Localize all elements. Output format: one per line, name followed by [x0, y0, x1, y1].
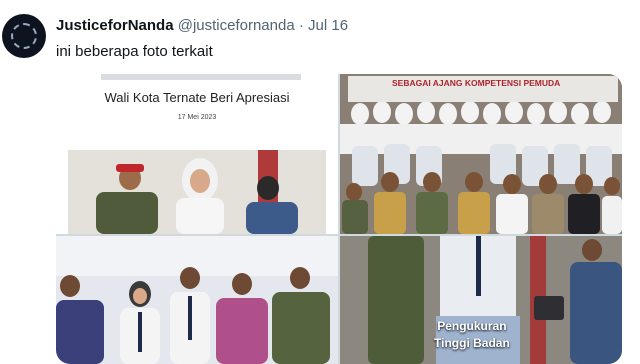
- article-date: 17 Mei 2023: [177, 114, 217, 121]
- media-grid: Wali Kota Ternate Beri Apresiasi 17 Mei …: [56, 74, 622, 364]
- article-photo: [68, 150, 326, 234]
- media-image-3[interactable]: [56, 236, 338, 364]
- media-image-2[interactable]: SEBAGAI AJANG KOMPETENSI PEMUDA: [340, 74, 622, 234]
- tweet-header: JusticeforNanda @justicefornanda · Jul 1…: [56, 17, 348, 34]
- caption-line-1: Pengukuran: [437, 319, 507, 333]
- avatar[interactable]: [2, 14, 46, 58]
- cropped-heading: [101, 74, 301, 80]
- article-title: Wali Kota Ternate Beri Apresiasi: [104, 90, 290, 105]
- event-banner-text: SEBAGAI AJANG KOMPETENSI PEMUDA: [392, 78, 561, 88]
- image-caption: Pengukuran Tinggi Badan: [434, 318, 510, 352]
- tweet-date[interactable]: Jul 16: [308, 17, 348, 34]
- avatar-emblem-icon: [11, 23, 37, 49]
- separator: ·: [298, 17, 304, 34]
- media-image-4[interactable]: Pengukuran Tinggi Badan: [340, 236, 622, 364]
- media-image-1[interactable]: Wali Kota Ternate Beri Apresiasi 17 Mei …: [56, 74, 338, 234]
- user-handle[interactable]: @justicefornanda: [178, 17, 295, 34]
- caption-line-2: Tinggi Badan: [434, 336, 510, 350]
- display-name[interactable]: JusticeforNanda: [56, 17, 174, 34]
- tweet-text: ini beberapa foto terkait: [56, 43, 213, 60]
